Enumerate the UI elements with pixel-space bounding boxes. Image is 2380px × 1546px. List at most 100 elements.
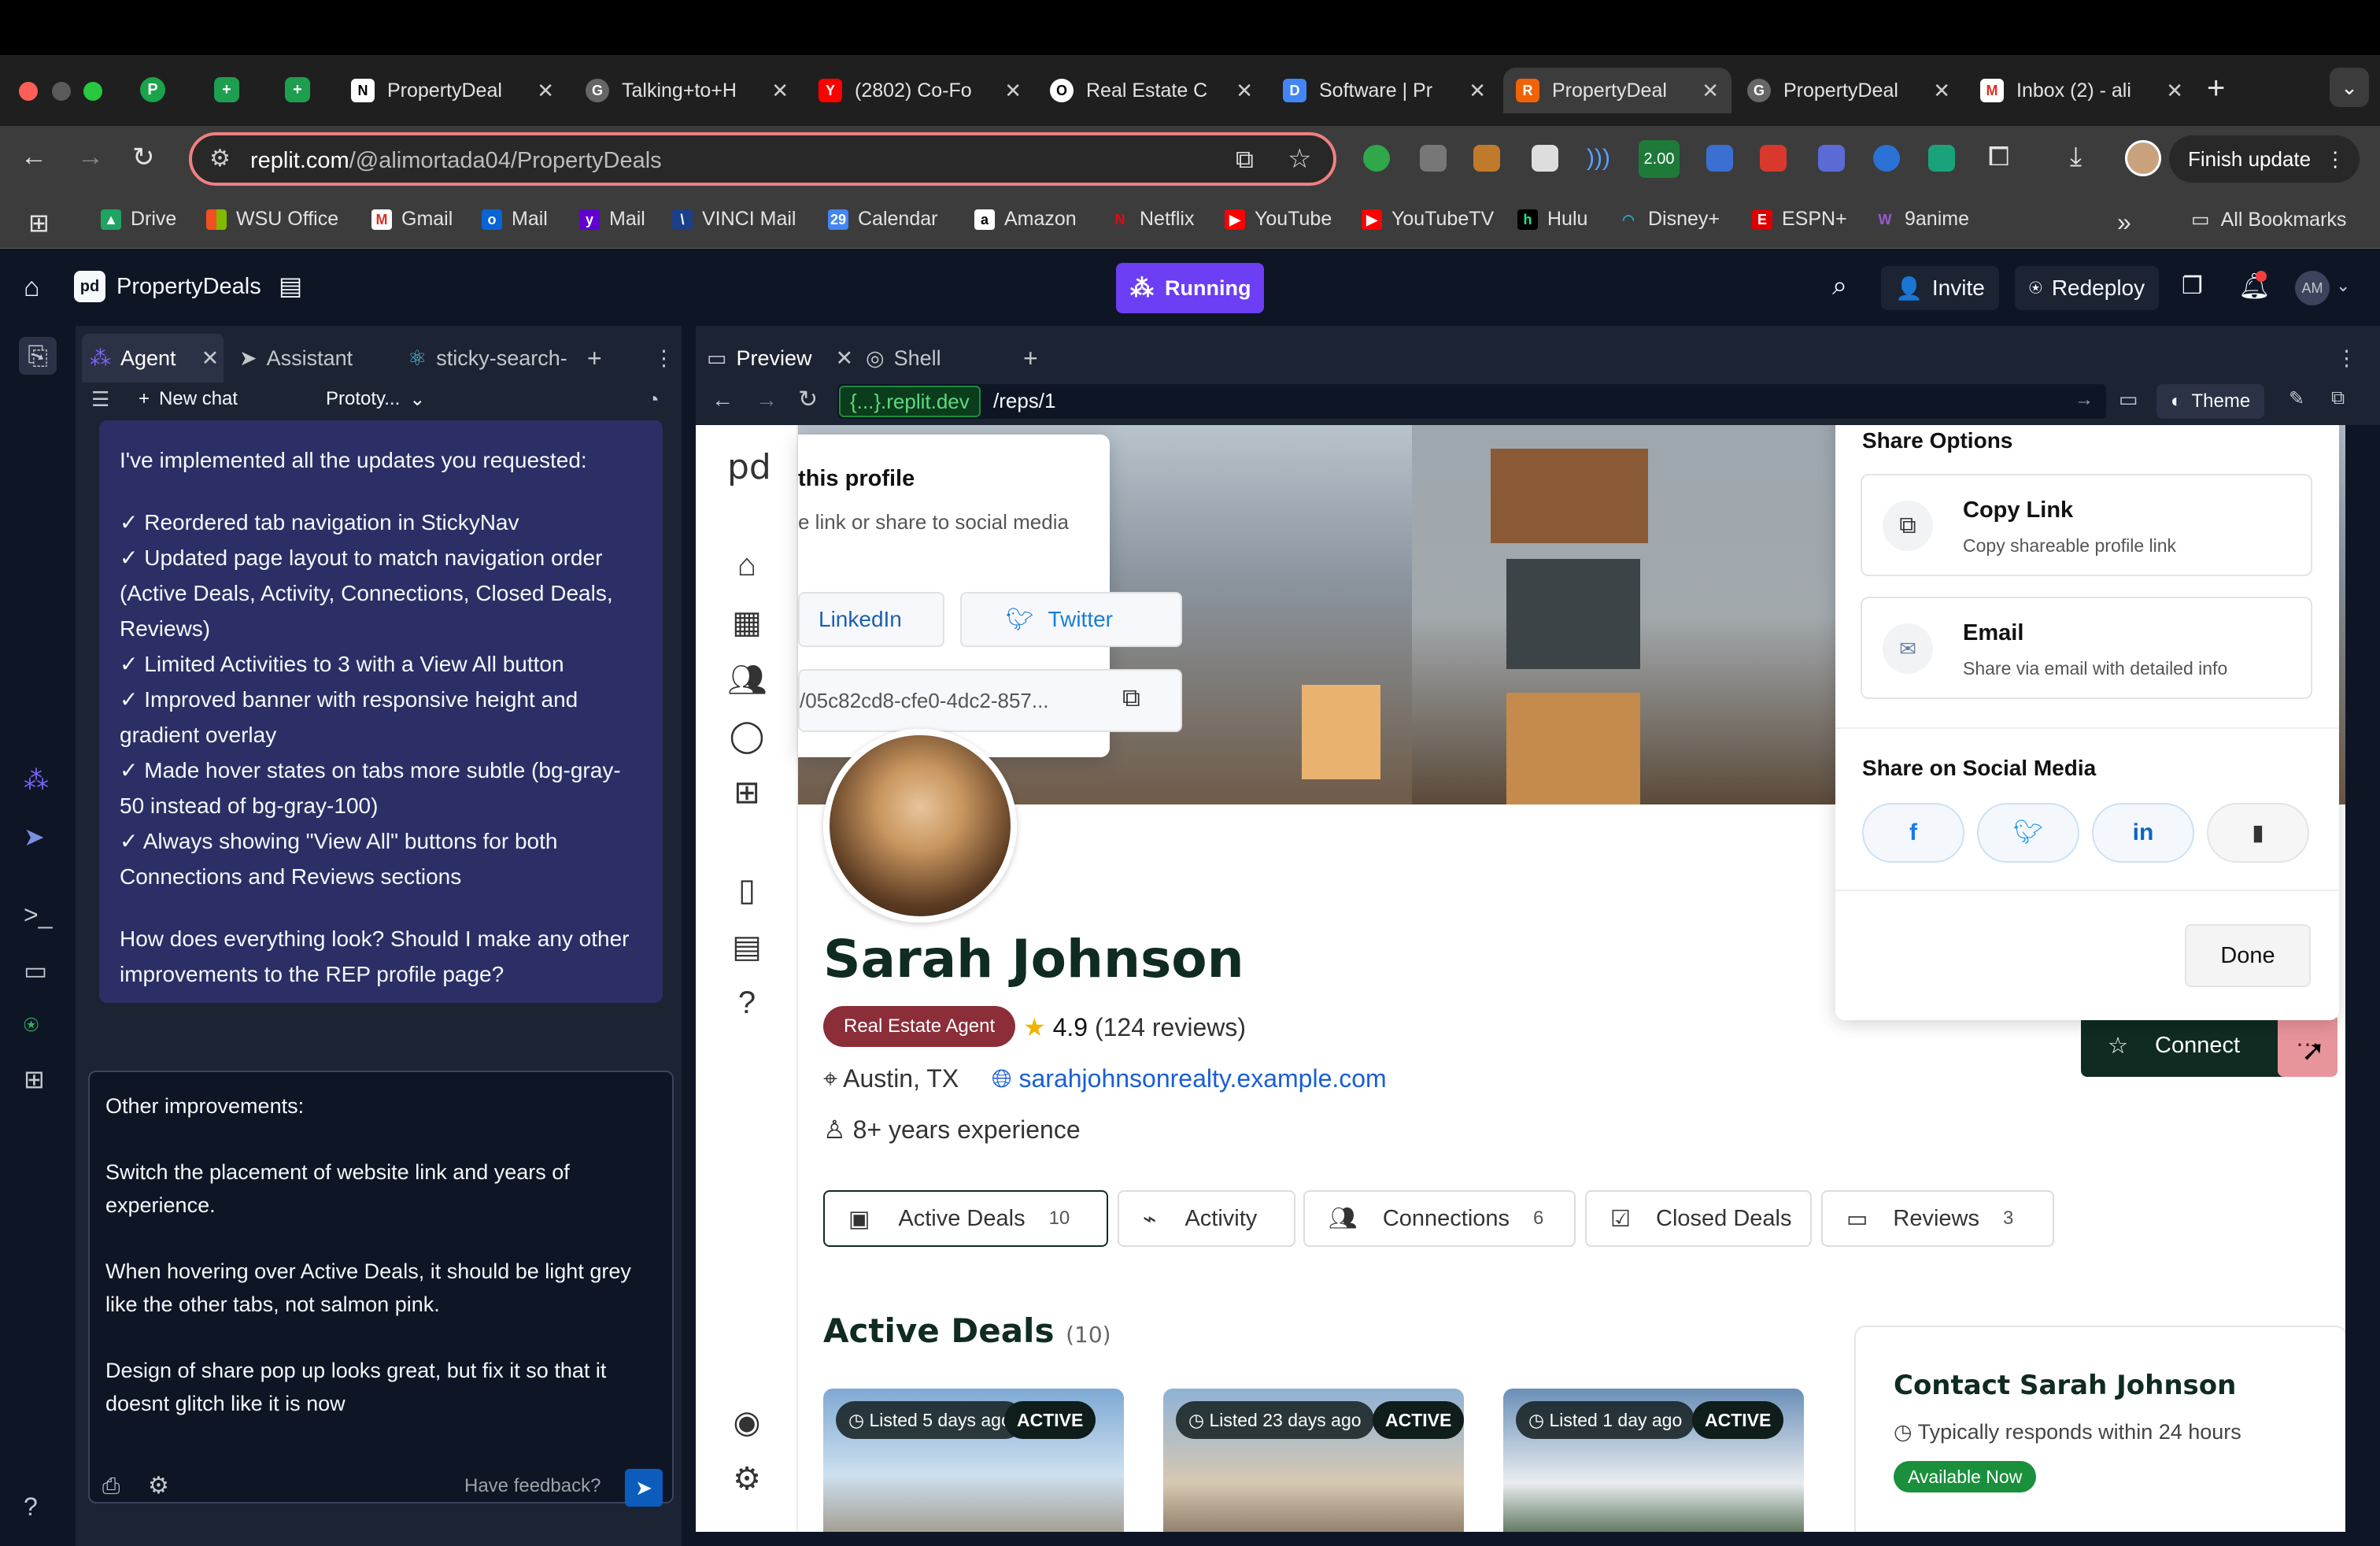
connect-button[interactable]: ☆ Connect [2081, 1014, 2306, 1077]
deal-card[interactable]: ◷ Listed 5 days ago ACTIVE [823, 1389, 1124, 1532]
chevron-down-icon[interactable]: ⌄ [2336, 276, 2350, 296]
download-icon[interactable]: ⤓ [2070, 142, 2082, 172]
help-circle-icon[interactable]: ? [727, 986, 767, 1021]
new-tab-button[interactable]: + [1023, 334, 1038, 383]
extension-icon[interactable] [1473, 145, 1500, 172]
webview-icon[interactable]: ▭ [24, 956, 47, 986]
profile-avatar[interactable] [2125, 140, 2161, 176]
extension-icon[interactable]: ))) [1587, 145, 1613, 172]
close-tab-icon[interactable]: ✕ [1004, 79, 1022, 103]
email-option[interactable]: ✉ Email Share via email with detailed in… [1861, 597, 2312, 699]
feedback-link[interactable]: Have feedback? [464, 1475, 601, 1497]
go-arrow-icon[interactable]: → [2075, 389, 2094, 411]
bookmark-drive[interactable]: ▲ Drive [101, 208, 176, 231]
address-bar[interactable]: ⚙ replit.com/@alimortada04/PropertyDeals… [189, 132, 1336, 186]
bookmark-hulu[interactable]: h Hulu [1517, 208, 1587, 231]
tab-connections[interactable]: 👥︎ Connections 6 [1303, 1190, 1576, 1247]
pinned-tab-icon[interactable]: P [140, 77, 165, 102]
agent-icon[interactable]: ⁂ [24, 765, 49, 795]
twitter-share-button[interactable]: 🐦︎ [1977, 803, 2079, 863]
agent-input[interactable]: Other improvements: Switch the placement… [88, 1071, 674, 1503]
browser-tab[interactable]: Y (2802) Co-Fo ✕ [806, 68, 1034, 113]
chat-icon[interactable]: ❐ [2182, 272, 2203, 300]
home-icon[interactable]: ⌂ [24, 272, 40, 303]
sms-share-button[interactable]: ▮ [2207, 803, 2309, 863]
close-tab-icon[interactable]: ✕ [2166, 79, 2183, 103]
new-tab-icon[interactable]: + [2207, 71, 2225, 106]
tab-search-icon[interactable]: ⌄ [2330, 68, 2369, 107]
browser-tab[interactable]: N PropertyDeal ✕ [338, 68, 567, 113]
browser-tab-active[interactable]: R PropertyDeal ✕ [1503, 68, 1731, 113]
preview-forward-icon[interactable]: → [756, 387, 778, 412]
pinned-sheets-icon[interactable]: + [285, 77, 310, 102]
shell-icon[interactable]: >_ [24, 901, 52, 930]
all-tools-icon[interactable]: ⊞ [24, 1064, 45, 1094]
bookmark-vinci-mail[interactable]: \ VINCI Mail [672, 208, 796, 231]
users-icon[interactable]: 👥︎ [727, 661, 767, 698]
bookmark-wsu-office[interactable]: WSU Office [206, 208, 338, 231]
extension-icon[interactable] [1420, 145, 1447, 172]
deal-card[interactable]: ◷ Listed 1 day ago ACTIVE [1503, 1389, 1804, 1532]
bookmark-yahoo-mail[interactable]: y Mail [579, 208, 645, 231]
tab-reviews[interactable]: ▭ Reviews 3 [1821, 1190, 2054, 1247]
bookmark-calendar[interactable]: 29 Calendar [828, 208, 937, 231]
install-app-icon[interactable]: ⧉ [1236, 145, 1254, 175]
close-tab-icon[interactable]: ✕ [1469, 79, 1486, 103]
close-tab-icon[interactable]: ✕ [1933, 79, 1950, 103]
twitter-button[interactable]: 🐦︎ Twitter [960, 592, 1182, 647]
close-window-button[interactable] [19, 82, 38, 101]
copy-link-option[interactable]: ⧉ Copy Link Copy shareable profile link [1861, 474, 2312, 576]
linkedin-share-button[interactable]: in [2092, 803, 2194, 863]
extension-badge[interactable]: 2.00 [1639, 140, 1680, 178]
browser-tab[interactable]: G PropertyDeal ✕ [1735, 68, 1963, 113]
website-link[interactable]: 🌐︎ sarahjohnsonrealty.example.com [992, 1064, 1387, 1094]
bookmark-amazon[interactable]: a Amazon [974, 208, 1077, 231]
invite-button[interactable]: 👤 Invite [1881, 266, 1999, 310]
project-menu-icon[interactable]: ▤ [279, 271, 302, 301]
finish-update-button[interactable]: Finish update ⋮ [2169, 135, 2360, 183]
tab-sticky-search[interactable]: ⚛ sticky-search- [408, 334, 567, 383]
zoom-window-button[interactable] [83, 82, 102, 101]
speed-gauge-icon[interactable]: ◔ [647, 375, 660, 423]
app-logo[interactable]: pd [727, 447, 771, 487]
bookmark-star-icon[interactable]: ☆ [1288, 143, 1311, 175]
extension-icon[interactable] [1760, 145, 1787, 172]
extension-icon[interactable] [1928, 145, 1955, 172]
theme-button[interactable]: ◐ Theme [2156, 384, 2265, 419]
help-icon[interactable]: ? [24, 1492, 38, 1522]
extension-icon[interactable] [1818, 145, 1845, 172]
bookmark-netflix[interactable]: N Netflix [1110, 208, 1195, 231]
mode-select[interactable]: Prototy... ⌄ [326, 375, 425, 423]
browser-tab[interactable]: O Real Estate C ✕ [1037, 68, 1266, 113]
close-tab-icon[interactable]: ✕ [201, 346, 220, 371]
bookmark-disney[interactable]: ◠ Disney+ [1618, 208, 1720, 231]
back-icon[interactable]: ← [20, 142, 47, 172]
extensions-puzzle-icon[interactable]: ⧠ [1988, 142, 2009, 172]
extension-icon[interactable] [1706, 145, 1733, 172]
preview-reload-icon[interactable]: ↻ [798, 386, 818, 413]
bookmark-youtube[interactable]: ▶ YouTube [1225, 208, 1332, 231]
settings-icon[interactable]: ⚙ [148, 1472, 169, 1500]
preview-domain[interactable]: {...}.replit.dev [839, 386, 981, 417]
pinned-sheets-icon[interactable]: + [214, 77, 239, 102]
tab-active-deals[interactable]: ▣ Active Deals 10 [823, 1190, 1108, 1247]
extension-icon[interactable] [1532, 145, 1558, 172]
message-icon[interactable]: ◯ [727, 718, 767, 754]
done-button[interactable]: Done [2185, 924, 2311, 987]
site-info-icon[interactable]: ⚙ [209, 145, 231, 172]
close-tab-icon[interactable]: ✕ [537, 79, 554, 103]
browser-tab[interactable]: G Talking+to+H ✕ [573, 68, 801, 113]
bookmark-mail[interactable]: o Mail [482, 208, 548, 231]
book-icon[interactable]: ▯ [727, 872, 767, 908]
dashboard-icon[interactable]: ⊞ [727, 775, 767, 811]
apps-grid-icon[interactable]: ⊞ [28, 208, 50, 238]
devtools-icon[interactable]: ✎ [2289, 387, 2304, 410]
send-button[interactable]: ➤ [625, 1469, 663, 1507]
search-icon[interactable]: ⌕ [1832, 271, 1847, 301]
new-chat-button[interactable]: + New chat [139, 375, 238, 423]
close-tab-icon[interactable]: ✕ [1702, 79, 1719, 103]
building-icon[interactable]: ▦ [727, 605, 767, 641]
preview-path[interactable]: /reps/1 [993, 389, 1056, 413]
home-icon[interactable]: ⌂ [727, 548, 767, 583]
account-icon[interactable]: ◉ [727, 1404, 767, 1441]
